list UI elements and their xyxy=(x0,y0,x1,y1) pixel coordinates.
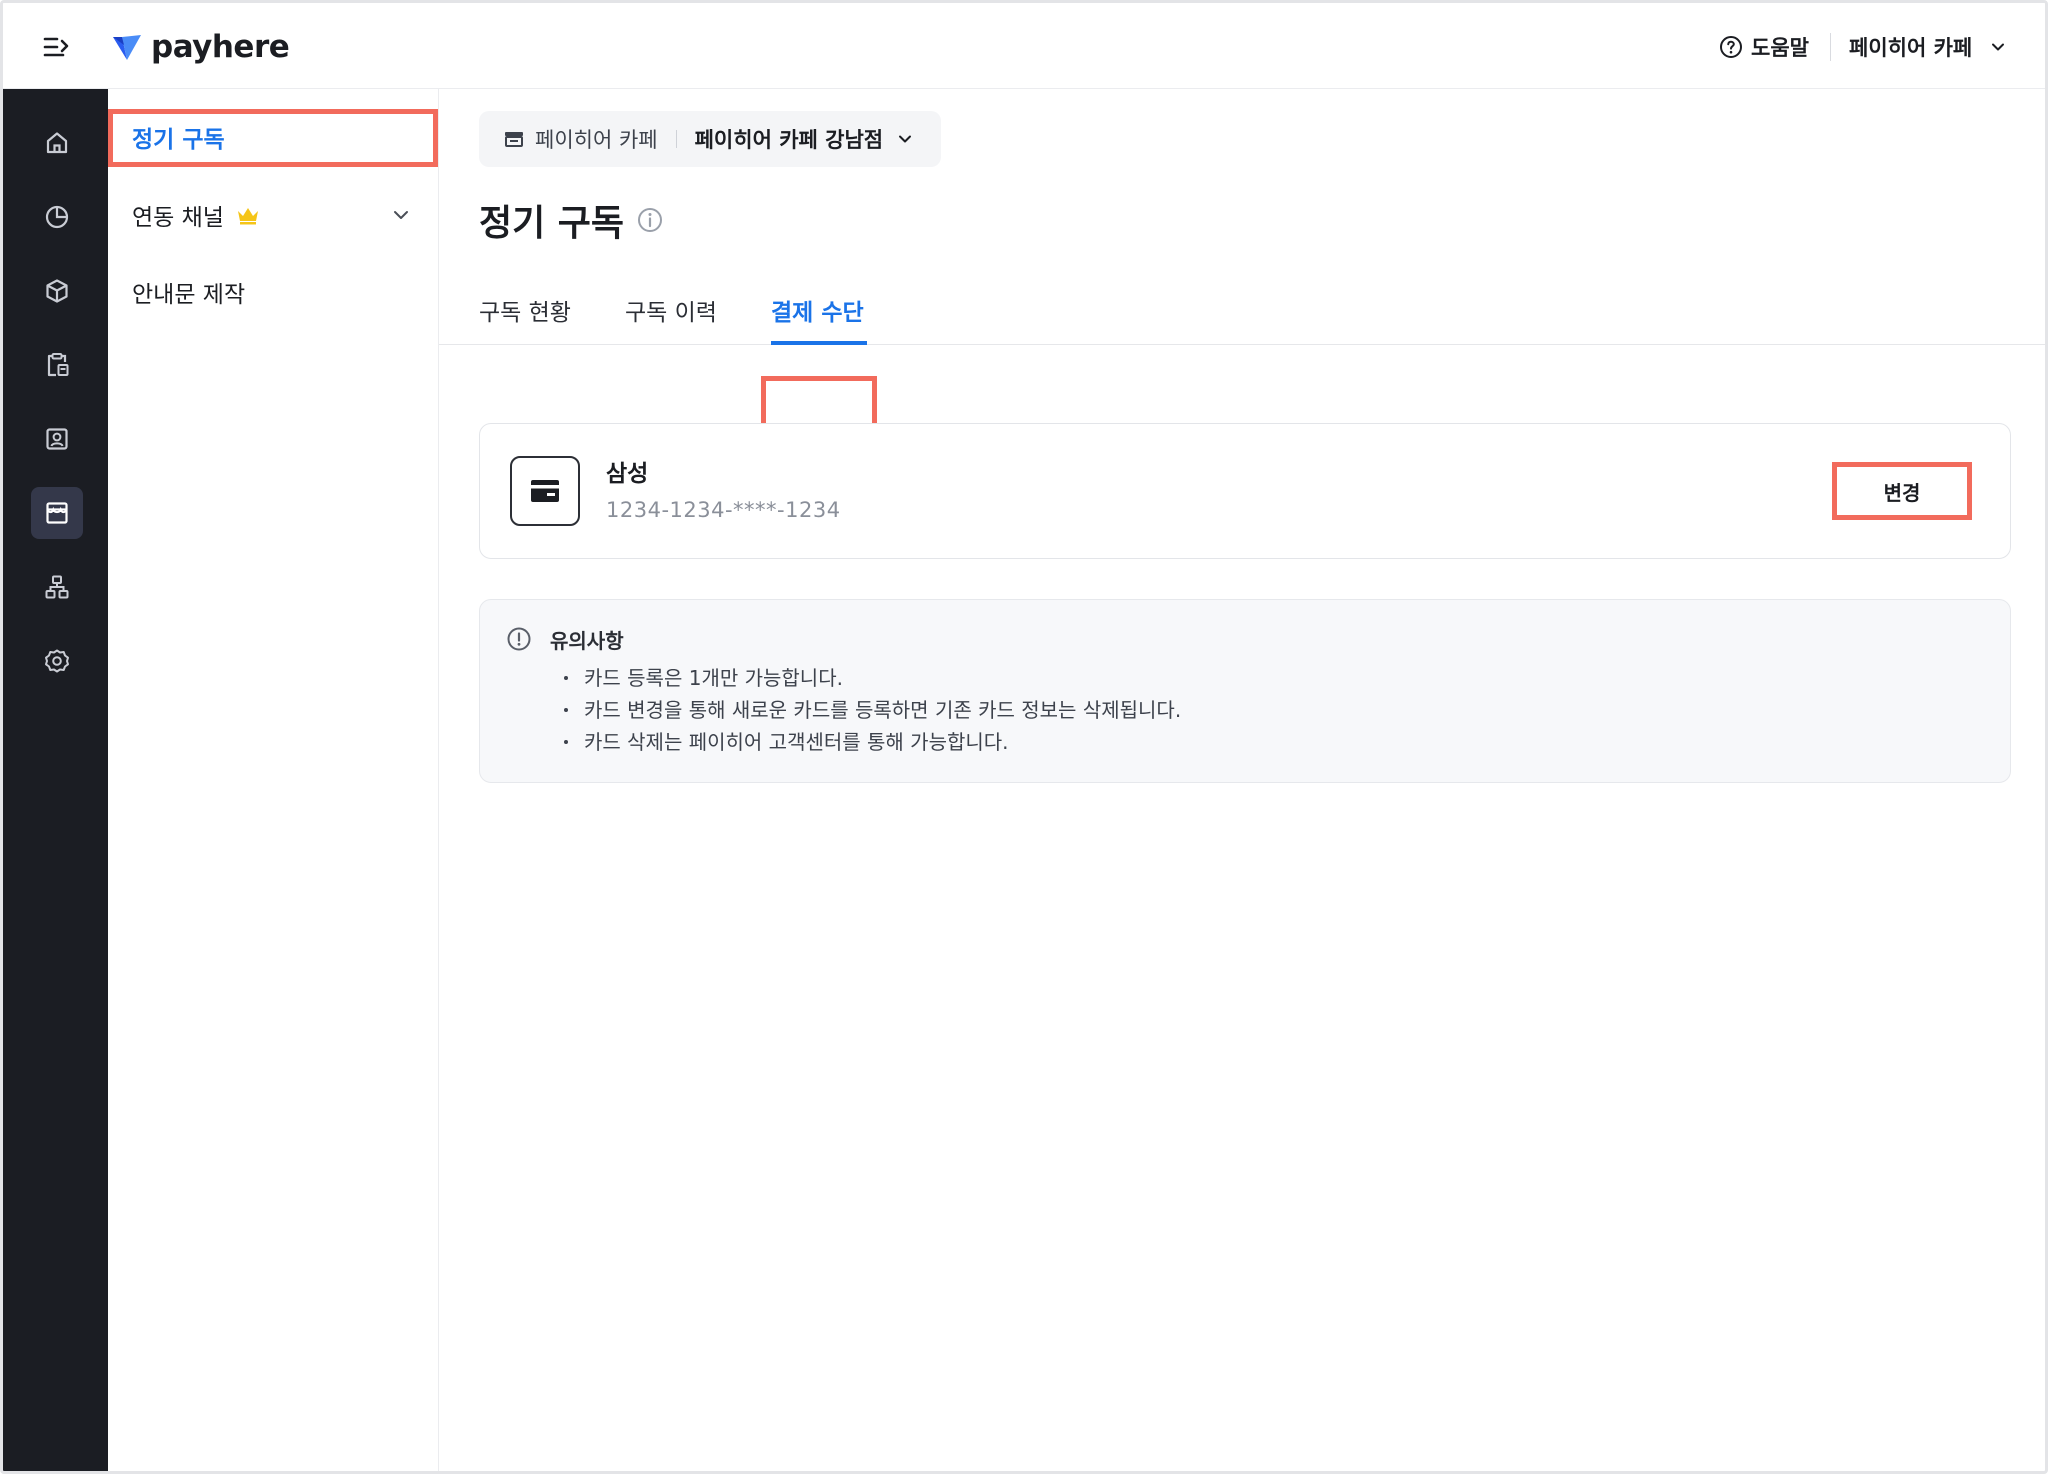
card-number: 1234-1234-****-1234 xyxy=(606,498,841,522)
subnav-item-notice-maker[interactable]: 안내문 제작 xyxy=(108,261,439,323)
subnav-item-label: 연동 채널 xyxy=(132,205,224,231)
page-title: 정기 구독 xyxy=(479,195,664,245)
notice-title: 유의사항 xyxy=(550,628,624,653)
header-divider xyxy=(1830,33,1831,61)
payment-card: 삼성 1234-1234-****-1234 변경 xyxy=(479,423,2011,559)
store-branch-label: 페이히어 카페 강남점 xyxy=(694,128,884,152)
account-store-menu[interactable]: 페이히어 카페 xyxy=(1849,29,2006,65)
help-label: 도움말 xyxy=(1751,36,1809,60)
store-brand-label: 페이히어 카페 xyxy=(535,128,658,152)
card-issuer: 삼성 xyxy=(606,461,649,487)
notice-list: 카드 등록은 1개만 가능합니다. 카드 변경을 통해 새로운 카드를 등록하면… xyxy=(564,662,1181,758)
subnav-item-label: 정기 구독 xyxy=(132,127,225,153)
menu-toggle-icon[interactable] xyxy=(39,31,75,63)
chevron-down-icon xyxy=(1992,43,2005,51)
subnav-item-subscription[interactable]: 정기 구독 xyxy=(108,106,439,168)
notice-item: 카드 등록은 1개만 가능합니다. xyxy=(564,662,1181,694)
account-store-label: 페이히어 카페 xyxy=(1849,36,1973,60)
notice-heading: 유의사항 xyxy=(506,624,624,654)
tab-subscription-status[interactable]: 구독 현황 xyxy=(479,293,571,333)
org-chart-icon[interactable] xyxy=(31,561,83,613)
credit-card-icon xyxy=(510,456,580,526)
payhere-logo-mark-icon xyxy=(113,35,141,60)
tab-payment-method[interactable]: 결제 수단 xyxy=(771,293,864,333)
chevron-down-icon[interactable] xyxy=(391,205,411,225)
store-selector-divider xyxy=(675,130,677,148)
settings-gear-icon[interactable] xyxy=(31,635,83,687)
main-content: 페이히어 카페 페이히어 카페 강남점 정기 구독 구독 현황 구독 이력 결제… xyxy=(439,89,2045,1471)
help-icon xyxy=(1720,36,1742,58)
logo-text: payhere xyxy=(151,29,290,65)
notice-item: 카드 변경을 통해 새로운 카드를 등록하면 기존 카드 정보는 삭제됩니다. xyxy=(564,694,1181,726)
store-icon xyxy=(505,132,523,147)
home-icon[interactable] xyxy=(31,117,83,169)
alert-icon xyxy=(507,627,531,651)
pie-chart-icon[interactable] xyxy=(31,191,83,243)
tab-bar: 구독 현황 구독 이력 결제 수단 xyxy=(439,275,2045,438)
info-icon[interactable] xyxy=(636,206,664,234)
help-link[interactable]: 도움말 xyxy=(1719,29,1809,65)
subnav-item-linked-channels[interactable]: 연동 채널 xyxy=(108,184,439,246)
sub-navigation: 정기 구독 연동 채널 안내문 제작 xyxy=(108,89,439,1471)
subnav-item-label: 안내문 제작 xyxy=(132,282,246,308)
page-title-text: 정기 구독 xyxy=(479,203,625,244)
crown-icon xyxy=(237,208,258,225)
notice-box: 유의사항 카드 등록은 1개만 가능합니다. 카드 변경을 통해 새로운 카드를… xyxy=(479,599,2011,783)
top-header: payhere 도움말 페이히어 카페 xyxy=(3,3,2045,89)
clipboard-icon[interactable] xyxy=(31,339,83,391)
store-selector[interactable]: 페이히어 카페 페이히어 카페 강남점 xyxy=(479,111,941,167)
notice-item: 카드 삭제는 페이히어 고객센터를 통해 가능합니다. xyxy=(564,726,1181,758)
icon-rail xyxy=(3,89,108,1471)
box-icon[interactable] xyxy=(31,265,83,317)
change-card-button[interactable]: 변경 xyxy=(1832,462,1972,520)
payhere-logo[interactable]: payhere xyxy=(111,27,290,67)
tab-subscription-history[interactable]: 구독 이력 xyxy=(625,293,717,333)
active-tab-indicator xyxy=(771,341,867,345)
customer-profile-icon[interactable] xyxy=(31,413,83,465)
store-icon[interactable] xyxy=(31,487,83,539)
chevron-down-icon xyxy=(899,135,912,143)
app-window: payhere 도움말 페이히어 카페 정기 구독 연동 채널 안내문 제작 페… xyxy=(0,0,2048,1474)
